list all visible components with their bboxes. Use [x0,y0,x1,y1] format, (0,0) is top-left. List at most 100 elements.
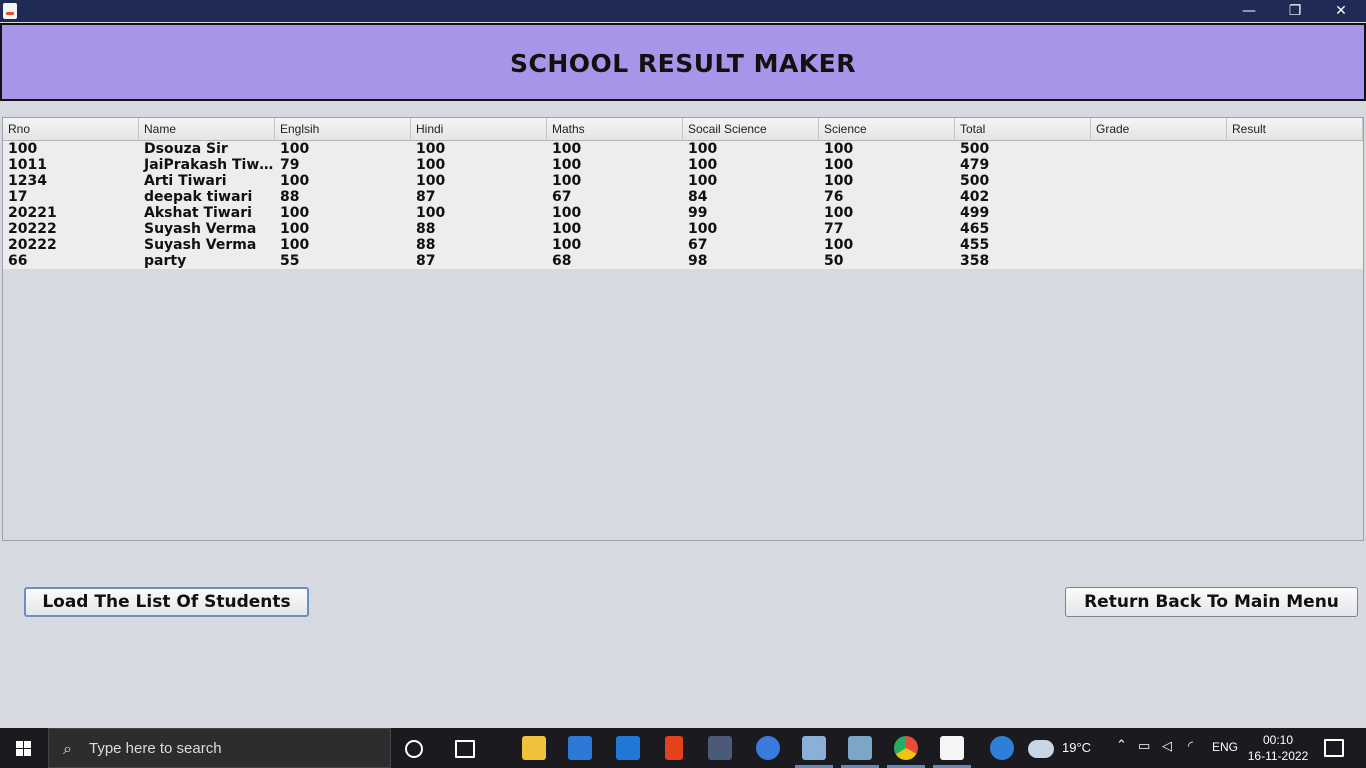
table-cell[interactable]: 20222 [3,221,139,237]
table-row[interactable]: 1234 Arti Tiwari 100 100 100 100 100 500 [3,173,1363,189]
table-cell[interactable]: 50 [819,253,955,269]
table-cell[interactable]: 100 [683,141,819,157]
table-cell[interactable]: Suyash Verma [139,221,275,237]
table-cell[interactable]: 100 [275,173,411,189]
column-header[interactable]: Englsih [275,118,411,140]
table-cell[interactable]: 100 [275,141,411,157]
table-cell[interactable]: JaiPrakash Tiwari [139,157,275,173]
table-cell[interactable]: 100 [275,221,411,237]
table-cell[interactable]: 17 [3,189,139,205]
table-cell[interactable]: 100 [547,237,683,253]
table-cell[interactable] [1091,221,1227,237]
column-header[interactable]: Total [955,118,1091,140]
table-cell[interactable]: 358 [955,253,1091,269]
firefox-icon[interactable] [756,736,780,760]
table-cell[interactable]: Dsouza Sir [139,141,275,157]
table-cell[interactable]: 100 [411,141,547,157]
column-header[interactable]: Socail Science [683,118,819,140]
weather-icon[interactable] [1028,740,1054,758]
column-header[interactable]: Name [139,118,275,140]
table-cell[interactable]: 100 [547,173,683,189]
table-cell[interactable]: 100 [411,173,547,189]
table-cell[interactable]: 67 [547,189,683,205]
column-header[interactable]: Rno [3,118,139,140]
table-row[interactable]: 20221 Akshat Tiwari 100 100 100 99 100 499 [3,205,1363,221]
table-cell[interactable] [1091,173,1227,189]
table-cell[interactable]: 87 [411,189,547,205]
table-row[interactable]: 100 Dsouza Sir 100 100 100 100 100 500 [3,141,1363,157]
help-icon[interactable] [990,736,1014,760]
table-cell[interactable]: 66 [3,253,139,269]
table-cell[interactable]: 500 [955,141,1091,157]
return-main-menu-button[interactable]: Return Back To Main Menu [1065,587,1358,617]
table-cell[interactable] [1091,141,1227,157]
table-cell[interactable] [1091,157,1227,173]
table-cell[interactable] [1227,221,1363,237]
table-cell[interactable]: 100 [547,157,683,173]
table-cell[interactable]: Suyash Verma [139,237,275,253]
table-cell[interactable] [1227,141,1363,157]
notification-icon[interactable] [1324,739,1344,757]
table-cell[interactable]: 100 [275,237,411,253]
battery-icon[interactable]: ▭ [1138,739,1150,754]
microsoft-store-icon[interactable] [568,736,592,760]
table-cell[interactable]: 68 [547,253,683,269]
windows-start-icon[interactable] [16,741,32,757]
tray-chevron-icon[interactable]: ⌃ [1116,738,1127,753]
volume-icon[interactable]: ◁ [1162,739,1172,754]
table-cell[interactable]: 88 [411,237,547,253]
table-cell[interactable]: 100 [3,141,139,157]
table-cell[interactable]: 100 [819,157,955,173]
column-header[interactable]: Grade [1091,118,1227,140]
table-cell[interactable]: 479 [955,157,1091,173]
table-cell[interactable]: 402 [955,189,1091,205]
taskbar-search[interactable]: ⌕ Type here to search [48,728,391,768]
table-cell[interactable]: 100 [547,141,683,157]
table-row[interactable]: 1011 JaiPrakash Tiwari 79 100 100 100 100 479 [3,157,1363,173]
table-cell[interactable]: 100 [411,205,547,221]
table-cell[interactable]: 100 [683,173,819,189]
table-cell[interactable]: 87 [411,253,547,269]
table-cell[interactable] [1091,237,1227,253]
chrome-icon[interactable] [894,736,918,760]
network-icon[interactable]: ◜ [1188,739,1193,754]
table-cell[interactable]: 100 [683,157,819,173]
table-cell[interactable]: party [139,253,275,269]
table-cell[interactable]: 500 [955,173,1091,189]
table-cell[interactable]: 100 [547,221,683,237]
column-header[interactable]: Maths [547,118,683,140]
table-cell[interactable]: 20222 [3,237,139,253]
table-cell[interactable]: 100 [411,157,547,173]
table-cell[interactable]: 77 [819,221,955,237]
table-cell[interactable]: 100 [819,141,955,157]
table-cell[interactable]: 88 [411,221,547,237]
load-students-button[interactable]: Load The List Of Students [24,587,309,617]
task-view-icon[interactable] [455,740,475,758]
table-cell[interactable] [1091,205,1227,221]
table-cell[interactable]: 455 [955,237,1091,253]
table-cell[interactable]: 100 [275,205,411,221]
table-cell[interactable]: 76 [819,189,955,205]
file-explorer-icon[interactable] [522,736,546,760]
table-cell[interactable]: 79 [275,157,411,173]
office-icon[interactable] [665,736,683,760]
table-cell[interactable]: Akshat Tiwari [139,205,275,221]
mysql-icon[interactable] [708,736,732,760]
table-cell[interactable]: 55 [275,253,411,269]
restore-button[interactable]: ❐ [1272,0,1318,22]
taskbar-clock[interactable]: 00:10 16-11-2022 [1245,732,1311,764]
table-cell[interactable]: 98 [683,253,819,269]
table-cell[interactable] [1227,157,1363,173]
mail-icon[interactable] [616,736,640,760]
table-cell[interactable]: 20221 [3,205,139,221]
table-cell[interactable]: 1011 [3,157,139,173]
table-cell[interactable]: 499 [955,205,1091,221]
minimize-button[interactable]: — [1226,0,1272,22]
table-cell[interactable]: deepak tiwari [139,189,275,205]
table-cell[interactable]: 100 [683,221,819,237]
column-header[interactable]: Hindi [411,118,547,140]
table-cell[interactable]: 100 [819,205,955,221]
table-row[interactable]: 17 deepak tiwari 88 87 67 84 76 402 [3,189,1363,205]
table-row[interactable]: 20222 Suyash Verma 100 88 100 67 100 455 [3,237,1363,253]
virtualbox-icon[interactable] [802,736,826,760]
